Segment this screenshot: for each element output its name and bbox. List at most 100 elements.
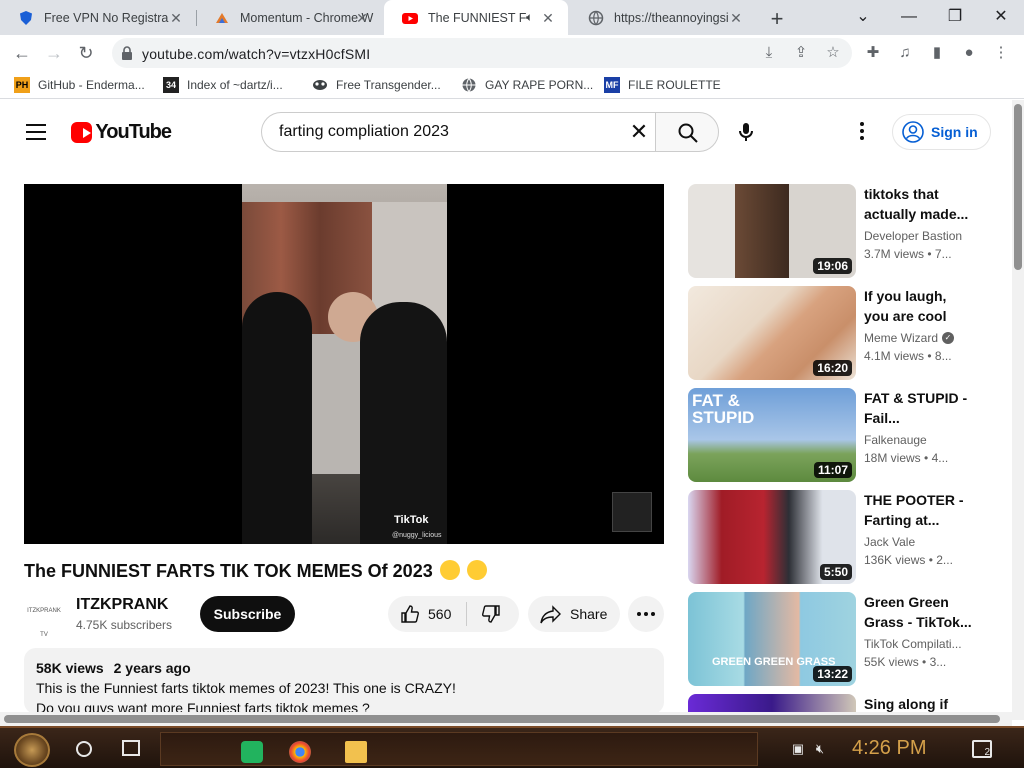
share-page-icon[interactable]: ⇪	[792, 44, 810, 62]
notification-center-icon[interactable]: 2	[972, 740, 992, 758]
close-icon[interactable]: ✕	[354, 10, 370, 27]
description-line: This is the Funniest farts tiktok memes …	[36, 680, 456, 696]
file-explorer-icon[interactable]	[345, 741, 367, 763]
start-button[interactable]	[14, 733, 50, 767]
video-knee-left	[242, 292, 312, 544]
video-thumbnail[interactable]: FAT & STUPID 11:07	[688, 388, 856, 482]
recommendation-item[interactable]: 5:50 THE POOTER - Farting at... Jack Vale…	[688, 490, 988, 584]
back-button[interactable]: ←	[11, 42, 33, 64]
duration-badge: 5:50	[819, 564, 852, 580]
youtube-play-icon	[71, 121, 93, 143]
reload-button[interactable]: ↻	[75, 42, 97, 64]
video-thumbnail[interactable]: 19:06	[688, 184, 856, 278]
side-panel-icon[interactable]: ▮	[928, 44, 946, 62]
bookmark-file-roulette[interactable]: MF FILE ROULETTE	[604, 76, 721, 94]
new-tab-button[interactable]: +	[766, 6, 788, 32]
video-player[interactable]: TikTok @nuggy_licious	[24, 184, 664, 544]
lock-icon[interactable]	[120, 45, 134, 61]
bookmark-label: GitHub - Enderma...	[38, 78, 145, 92]
microphone-icon[interactable]	[736, 122, 756, 142]
cortana-search-icon[interactable]	[76, 741, 92, 757]
duration-badge: 11:07	[813, 462, 852, 478]
bookmark-index[interactable]: 34 Index of ~dartz/i...	[163, 76, 283, 94]
address-bar[interactable]: youtube.com/watch?v=vtzxH0cfSMI ⤓ ⇪ ☆	[112, 38, 852, 68]
video-thumbnail[interactable]	[688, 694, 856, 712]
recommendation-channel[interactable]: TikTok Compilati...	[864, 637, 962, 651]
youtube-logo[interactable]: YouTube	[71, 120, 172, 144]
close-icon[interactable]: ✕	[728, 10, 744, 27]
duration-badge: 19:06	[813, 258, 852, 274]
view-count: 58K views	[36, 660, 104, 676]
taskbar: ▣ 🔇︎ 4:26 PM 2	[0, 726, 1024, 768]
bookmark-star-icon[interactable]: ☆	[824, 44, 842, 62]
recommendation-channel[interactable]: Meme Wizard ✓	[864, 331, 955, 345]
recommendation-title: THE POOTER - Farting at...	[864, 492, 964, 528]
recommendation-channel[interactable]: Jack Vale	[864, 535, 915, 549]
chrome-app-icon[interactable]	[289, 741, 311, 763]
maximize-button[interactable]: ❐	[932, 4, 978, 30]
subscribe-button[interactable]: Subscribe	[200, 596, 295, 632]
recommendation-channel[interactable]: Developer Bastion	[864, 229, 962, 243]
system-clock[interactable]: 4:26 PM	[852, 737, 926, 760]
scrollbar-thumb[interactable]	[1014, 104, 1022, 270]
media-controls-icon[interactable]: ♫	[896, 44, 914, 62]
video-thumbnail[interactable]: 16:20	[688, 286, 856, 380]
search-input[interactable]: farting compliation 2023 ✕	[261, 112, 657, 152]
settings-kebab-icon[interactable]	[858, 122, 866, 142]
notes-app-icon[interactable]	[241, 741, 263, 763]
more-actions-button[interactable]	[628, 596, 664, 632]
close-icon[interactable]: ✕	[168, 10, 184, 27]
bookmark-label: Index of ~dartz/i...	[187, 78, 283, 92]
bookmark-free-transgender[interactable]: Free Transgender...	[312, 76, 441, 94]
channel-watermark-logo[interactable]	[612, 492, 652, 532]
search-button[interactable]	[655, 112, 719, 152]
extensions-puzzle-icon[interactable]: ✚	[864, 44, 882, 62]
tab-vpn[interactable]: Free VPN No Registra ✕	[0, 0, 196, 35]
tab-title: Free VPN No Registra	[44, 10, 169, 25]
channel-avatar[interactable]: ITZKPRANK TV	[24, 599, 64, 638]
bookmarks-bar: PH GitHub - Enderma... 34 Index of ~dart…	[0, 71, 1024, 99]
menu-hamburger-icon[interactable]	[26, 124, 46, 140]
vertical-scrollbar[interactable]	[1012, 100, 1024, 720]
recommendation-item[interactable]: GREEN GREEN GRASS 13:22 Green Green Grass…	[688, 592, 988, 686]
video-thumbnail[interactable]: 5:50	[688, 490, 856, 584]
recommendation-title: Sing along if	[864, 696, 948, 712]
bookmark-github[interactable]: PH GitHub - Enderma...	[14, 76, 145, 94]
scrollbar-thumb[interactable]	[4, 715, 1000, 723]
tab-search-icon[interactable]: ⌄	[840, 4, 886, 30]
speaker-icon[interactable]: 🔈︎	[526, 10, 533, 25]
duration-badge: 13:22	[813, 666, 852, 682]
close-window-button[interactable]: ✕	[978, 4, 1024, 30]
description-box[interactable]: 58K views 2 years ago This is the Funnie…	[24, 648, 664, 714]
recommendation-channel[interactable]: Falkenauge	[864, 433, 927, 447]
tab-momentum[interactable]: Momentum - Chrome W ✕	[196, 0, 382, 35]
sign-in-button[interactable]: Sign in	[892, 114, 991, 150]
recommendation-title: FAT & STUPID - Fail...	[864, 390, 968, 426]
recommendation-item[interactable]: 19:06 tiktoks that actually made... Devel…	[688, 184, 988, 278]
forward-button[interactable]: →	[43, 42, 65, 64]
chrome-menu-icon[interactable]: ⋮	[992, 44, 1010, 62]
profile-avatar-icon[interactable]: ●	[960, 44, 978, 62]
channel-name[interactable]: ITZKPRANK	[76, 596, 168, 614]
thumbs-up-icon[interactable]	[400, 604, 420, 624]
recommendation-item[interactable]: Sing along if	[688, 694, 988, 712]
video-thumbnail[interactable]: GREEN GREEN GRASS 13:22	[688, 592, 856, 686]
task-view-icon[interactable]	[122, 740, 140, 756]
shield-icon	[20, 10, 32, 25]
clear-search-icon[interactable]: ✕	[628, 121, 650, 143]
network-icon[interactable]: ▣	[790, 741, 806, 757]
share-arrow-icon	[540, 605, 561, 624]
recommendation-item[interactable]: 16:20 If you laugh, you are cool Meme Wiz…	[688, 286, 988, 380]
volume-muted-icon[interactable]: 🔇︎	[812, 741, 828, 757]
recommendation-item[interactable]: FAT & STUPID 11:07 FAT & STUPID - Fail...…	[688, 388, 988, 482]
tab-youtube-active[interactable]: The FUNNIEST F 🔈︎ ✕	[384, 0, 568, 35]
bookmark-globe-site[interactable]: GAY RAPE PORN...	[461, 76, 593, 94]
minimize-button[interactable]: —	[886, 4, 932, 30]
tab-annoying-site[interactable]: https://theannoyingsi ✕	[570, 0, 756, 35]
thumbs-down-icon[interactable]	[481, 604, 501, 624]
recommendation-meta: 4.1M views • 8...	[864, 349, 952, 363]
close-icon[interactable]: ✕	[540, 10, 556, 27]
share-button[interactable]: Share	[528, 596, 620, 632]
horizontal-scrollbar[interactable]	[0, 712, 1012, 726]
install-app-icon[interactable]: ⤓	[760, 44, 778, 62]
